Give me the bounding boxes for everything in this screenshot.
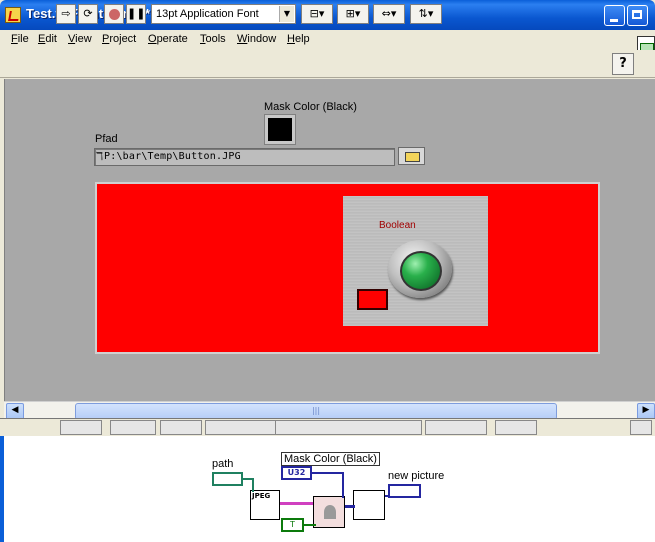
picture-node[interactable] bbox=[353, 490, 385, 520]
path-label: Pfad bbox=[95, 133, 118, 145]
browse-folder-button[interactable] bbox=[398, 147, 425, 165]
bd-step-icon[interactable] bbox=[205, 420, 277, 435]
bd-new-picture-terminal[interactable] bbox=[388, 484, 421, 498]
menu-operate[interactable]: Operate bbox=[148, 33, 188, 45]
bd-true-constant[interactable]: T bbox=[281, 518, 304, 532]
bd-mask-terminal[interactable]: U32 bbox=[281, 466, 312, 480]
run-arrow-icon[interactable]: ⇨ bbox=[56, 4, 76, 24]
font-select[interactable]: 13pt Application Font ▼ bbox=[151, 4, 296, 24]
labview-vi-icon bbox=[5, 7, 21, 23]
bd-mask-label: Mask Color (Black) bbox=[281, 452, 380, 466]
bd-debug-icon[interactable] bbox=[160, 420, 202, 435]
bd-font-select[interactable] bbox=[275, 420, 422, 435]
menu-edit[interactable]: Edit bbox=[38, 33, 57, 45]
bd-path-label: path bbox=[212, 458, 234, 470]
mask-color-label: Mask Color (Black) bbox=[264, 101, 357, 113]
toolbar bbox=[0, 50, 655, 78]
mask-color-control[interactable] bbox=[264, 114, 296, 145]
path-type-icon: ℸ bbox=[96, 150, 104, 163]
minimize-button[interactable] bbox=[604, 5, 625, 26]
run-continuous-icon[interactable]: ⟳ bbox=[78, 4, 98, 24]
menu-view[interactable]: View bbox=[68, 33, 92, 45]
bool-wire bbox=[304, 524, 316, 526]
chevron-down-icon: ▼ bbox=[279, 6, 294, 22]
menu-project[interactable]: Project bbox=[102, 33, 136, 45]
image-wire bbox=[280, 502, 313, 505]
menu-help[interactable]: Help bbox=[287, 33, 310, 45]
bd-run-icon[interactable] bbox=[60, 420, 102, 435]
bd-path-terminal[interactable] bbox=[212, 472, 243, 486]
menu-tools[interactable]: Tools bbox=[200, 33, 226, 45]
pause-icon[interactable]: ❚❚ bbox=[126, 4, 146, 24]
menu-file[interactable]: File bbox=[11, 33, 29, 45]
bd-align-icon[interactable] bbox=[425, 420, 487, 435]
menu-window[interactable]: Window bbox=[237, 33, 276, 45]
abort-icon[interactable] bbox=[104, 4, 124, 24]
bd-abort-icon[interactable] bbox=[110, 420, 156, 435]
mask-wire bbox=[342, 472, 344, 498]
boolean-led-icon[interactable] bbox=[400, 251, 442, 291]
bd-help-icon[interactable] bbox=[630, 420, 652, 435]
picture-wire bbox=[345, 505, 355, 508]
bd-reorder-icon[interactable] bbox=[495, 420, 537, 435]
help-button[interactable]: ? bbox=[612, 53, 634, 75]
newpic-wire bbox=[385, 495, 388, 497]
resize-icon[interactable]: ⇔▾ bbox=[373, 4, 405, 24]
path-input[interactable]: ℸ P:\bar\Temp\Button.JPG bbox=[94, 148, 395, 166]
block-diagram-tool-strip bbox=[60, 420, 652, 435]
read-jpeg-node[interactable]: JPEG bbox=[250, 490, 280, 520]
draw-flattened-pixmap-node[interactable] bbox=[313, 496, 345, 528]
distribute-icon[interactable]: ⊞▾ bbox=[337, 4, 369, 24]
mask-wire bbox=[312, 472, 342, 474]
boolean-label: Boolean bbox=[379, 220, 416, 231]
path-wire bbox=[252, 478, 254, 492]
align-icon[interactable]: ⊟▾ bbox=[301, 4, 333, 24]
reorder-icon[interactable]: ⇅▾ bbox=[410, 4, 442, 24]
horizontal-scrollbar[interactable]: ◀ ||| ▶ bbox=[4, 401, 655, 420]
bd-new-picture-label: new picture bbox=[388, 470, 445, 482]
mask-rectangle bbox=[357, 289, 388, 310]
menu-bar: File Edit View Project Operate Tools Win… bbox=[0, 30, 655, 50]
maximize-button[interactable] bbox=[627, 5, 648, 26]
